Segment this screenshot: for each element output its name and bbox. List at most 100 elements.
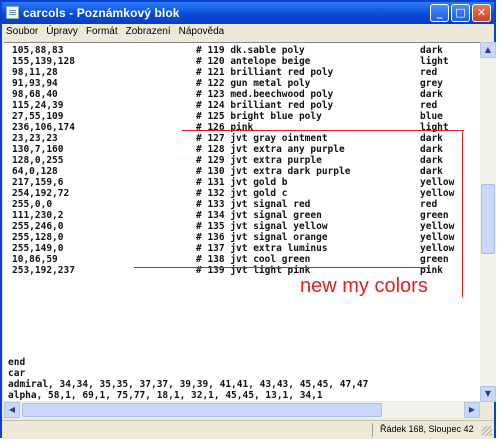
- shade-label: dark: [420, 133, 443, 144]
- cursor-position: Řádek 168, Sloupec 42: [380, 424, 474, 434]
- close-button[interactable]: ✕: [472, 4, 491, 22]
- shade-label: dark: [420, 144, 443, 155]
- rgb-value: 115,24,39: [12, 100, 64, 111]
- color-entry: # 133 jvt signal red: [196, 199, 311, 210]
- color-entry: # 131 jvt gold b: [196, 177, 288, 188]
- color-entry: # 122 gun metal poly: [196, 78, 311, 89]
- rgb-value: 98,11,28: [12, 67, 58, 78]
- rgb-value: 10,86,59: [12, 254, 58, 265]
- color-row: 23,23,23 # 127 jvt gray ointment dark: [8, 133, 478, 144]
- shade-label: dark: [420, 45, 443, 56]
- shade-label: dark: [420, 89, 443, 100]
- annotation-right-line: [462, 130, 463, 297]
- rgb-value: 255,149,0: [12, 243, 64, 254]
- color-row: 128,0,255 # 129 jvt extra purple dark: [8, 155, 478, 166]
- rgb-value: 111,230,2: [12, 210, 64, 221]
- color-row: 98,68,40 # 123 med.beechwood poly dark: [8, 89, 478, 100]
- scroll-left-icon[interactable]: ◀: [4, 402, 20, 418]
- color-entry: # 120 antelope beige: [196, 56, 311, 67]
- color-row: 64,0,128 # 130 jvt extra dark purple dark: [8, 166, 478, 177]
- color-entry: # 121 brilliant red poly: [196, 67, 334, 78]
- maximize-button[interactable]: □: [451, 4, 470, 22]
- shade-label: yellow: [420, 221, 455, 232]
- scroll-up-icon[interactable]: ▲: [480, 42, 496, 58]
- color-row: 217,159,6 # 131 jvt gold b yellow: [8, 177, 478, 188]
- text-line: end: [8, 357, 26, 368]
- notepad-icon: [6, 6, 19, 19]
- rgb-value: 255,0,0: [12, 199, 53, 210]
- shade-label: yellow: [420, 188, 455, 199]
- color-entry: # 128 jvt extra any purple: [196, 144, 345, 155]
- color-entry: # 132 jvt gold c: [196, 188, 288, 199]
- menu-format[interactable]: Formát: [82, 24, 122, 37]
- annotation-bottom-line: [134, 267, 430, 268]
- annotation-label: new my colors: [300, 275, 428, 297]
- color-entry: # 130 jvt extra dark purple: [196, 166, 351, 177]
- rgb-value: 91,93,94: [12, 78, 58, 89]
- rgb-value: 130,7,160: [12, 144, 64, 155]
- color-entry: # 124 brilliant red poly: [196, 100, 334, 111]
- rgb-value: 27,55,109: [12, 111, 64, 122]
- color-entry: # 134 jvt signal green: [196, 210, 322, 221]
- color-entry: # 135 jvt signal yellow: [196, 221, 328, 232]
- color-row: 98,11,28 # 121 brilliant red poly red: [8, 67, 478, 78]
- shade-label: red: [420, 199, 438, 210]
- text-line: alpha, 58,1, 69,1, 75,77, 18,1, 32,1, 45…: [8, 390, 323, 401]
- color-row: 255,246,0 # 135 jvt signal yellow yellow: [8, 221, 478, 232]
- vertical-scroll-thumb[interactable]: [481, 184, 495, 254]
- rgb-value: 23,23,23: [12, 133, 58, 144]
- shade-label: light: [420, 122, 449, 133]
- text-editor[interactable]: 105,88,83 # 119 dk.sable poly dark 155,139…: [4, 42, 480, 401]
- color-entry: # 123 med.beechwood poly: [196, 89, 334, 100]
- horizontal-scrollbar[interactable]: ◀ ▶: [4, 402, 480, 418]
- rgb-value: 105,88,83: [12, 45, 64, 56]
- rgb-value: 217,159,6: [12, 177, 64, 188]
- rgb-value: 155,139,128: [12, 56, 75, 67]
- menu-edit[interactable]: Úpravy: [42, 24, 82, 37]
- vertical-scrollbar[interactable]: ▲ ▼: [480, 42, 496, 402]
- rgb-value: 128,0,255: [12, 155, 64, 166]
- resize-grip-icon[interactable]: [482, 426, 492, 436]
- color-row: 155,139,128 # 120 antelope beige light: [8, 56, 478, 67]
- color-entry: # 127 jvt gray ointment: [196, 133, 328, 144]
- menu-help[interactable]: Nápověda: [175, 24, 229, 37]
- color-entry: # 136 jvt signal orange: [196, 232, 328, 243]
- scroll-down-icon[interactable]: ▼: [480, 386, 496, 402]
- status-bar: Řádek 168, Sloupec 42: [2, 420, 494, 439]
- color-entry: # 138 jvt cool green: [196, 254, 311, 265]
- color-row: 130,7,160 # 128 jvt extra any purple dark: [8, 144, 478, 155]
- color-row: 255,0,0 # 133 jvt signal red red: [8, 199, 478, 210]
- rgb-value: 255,128,0: [12, 232, 64, 243]
- color-row: 236,106,174 # 126 pink light: [8, 122, 478, 133]
- horizontal-scroll-thumb[interactable]: [22, 403, 382, 417]
- rgb-value: 64,0,128: [12, 166, 58, 177]
- color-row: 105,88,83 # 119 dk.sable poly dark: [8, 45, 478, 56]
- menu-view[interactable]: Zobrazení: [122, 24, 175, 37]
- rgb-value: 236,106,174: [12, 122, 75, 133]
- color-entry: # 129 jvt extra purple: [196, 155, 322, 166]
- minimize-button[interactable]: _: [430, 4, 449, 22]
- shade-label: green: [420, 254, 449, 265]
- status-separator: [372, 423, 373, 437]
- menu-file[interactable]: Soubor: [2, 24, 42, 37]
- shade-label: dark: [420, 166, 443, 177]
- title-bar[interactable]: carcols - Poznámkový blok _ □ ✕: [2, 2, 494, 24]
- shade-label: grey: [420, 78, 443, 89]
- text-line: car: [8, 368, 26, 379]
- color-entry: # 125 bright blue poly: [196, 111, 322, 122]
- color-entry: # 119 dk.sable poly: [196, 45, 305, 56]
- color-row: 255,128,0 # 136 jvt signal orange yellow: [8, 232, 478, 243]
- notepad-window: carcols - Poznámkový blok _ □ ✕ Soubor Úp…: [0, 0, 496, 439]
- scroll-right-icon[interactable]: ▶: [464, 402, 480, 418]
- color-row: 27,55,109 # 125 bright blue poly blue: [8, 111, 478, 122]
- shade-label: green: [420, 210, 449, 221]
- shade-label: light: [420, 56, 449, 67]
- shade-label: red: [420, 100, 438, 111]
- shade-label: yellow: [420, 232, 455, 243]
- color-row: 254,192,72 # 132 jvt gold c yellow: [8, 188, 478, 199]
- window-title: carcols - Poznámkový blok: [23, 6, 180, 20]
- color-row: 111,230,2 # 134 jvt signal green green: [8, 210, 478, 221]
- menu-bar: Soubor Úpravy Formát Zobrazení Nápověda: [2, 24, 494, 41]
- annotation-top-line: [182, 130, 464, 131]
- rgb-value: 255,246,0: [12, 221, 64, 232]
